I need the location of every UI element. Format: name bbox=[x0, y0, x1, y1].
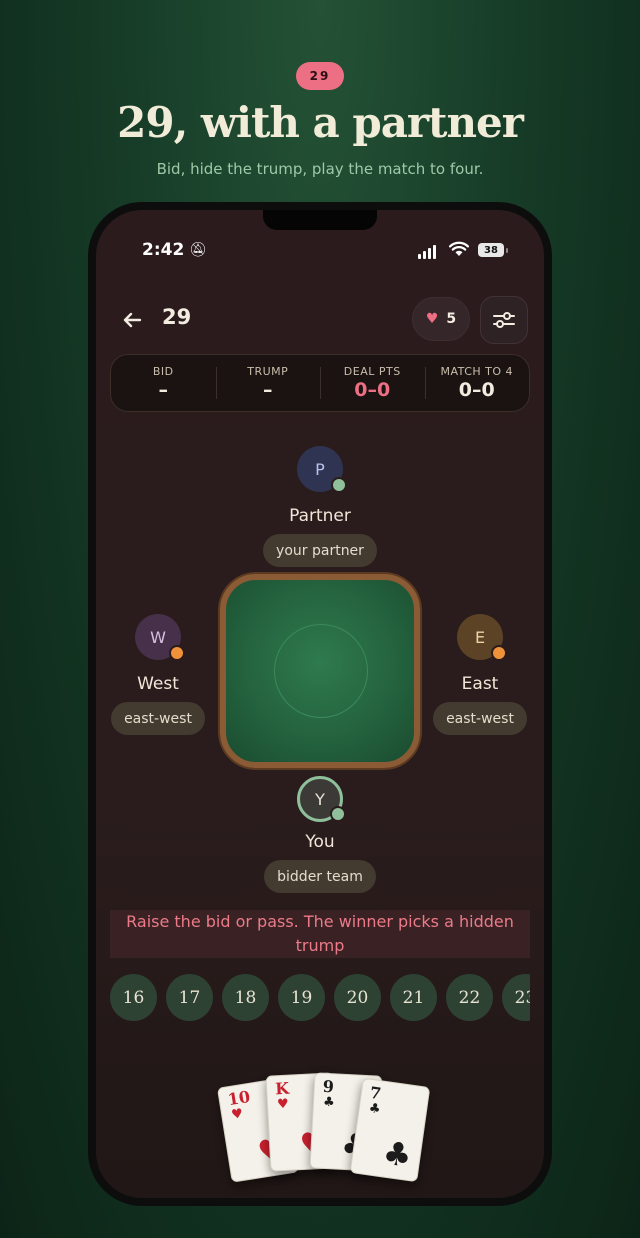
score-label: BID bbox=[152, 365, 174, 378]
game-title: 29 bbox=[162, 305, 192, 329]
avatar-initial: P bbox=[315, 459, 325, 479]
score-bid: BID – bbox=[111, 355, 216, 411]
bid-prompt: Raise the bid or pass. The winner picks … bbox=[110, 910, 530, 958]
likes-count: 5 bbox=[446, 311, 457, 327]
bid-option-button[interactable]: 20 bbox=[334, 974, 381, 1021]
seat-west: W West east-west bbox=[108, 614, 208, 735]
seat-you: Y You bidder team bbox=[250, 776, 390, 893]
avatar: W bbox=[135, 614, 185, 661]
seat-tag: east-west bbox=[433, 702, 527, 735]
score-label: TRUMP bbox=[247, 365, 289, 378]
seat-tag: east-west bbox=[111, 702, 205, 735]
status-dot bbox=[169, 645, 185, 661]
heart-suit-icon: ♥ bbox=[230, 1106, 245, 1123]
club-suit-icon: ♣ bbox=[367, 1100, 382, 1118]
status-time: 2:42 bbox=[142, 240, 185, 260]
hand-card[interactable]: 7 ♣ ♣ bbox=[349, 1077, 431, 1183]
seat-tag: bidder team bbox=[264, 860, 376, 893]
score-value: – bbox=[158, 379, 169, 401]
score-deal-points: DEAL PTS 0–0 bbox=[320, 355, 425, 411]
seat-name: Partner bbox=[289, 506, 351, 526]
avatar: E bbox=[457, 614, 507, 661]
avatar-initial: Y bbox=[315, 789, 325, 809]
bid-option-button[interactable]: 18 bbox=[222, 974, 269, 1021]
wifi-icon bbox=[449, 241, 469, 256]
bid-option-button[interactable]: 16 bbox=[110, 974, 157, 1021]
back-arrow-icon[interactable] bbox=[118, 306, 146, 334]
avatar: Y bbox=[297, 776, 346, 822]
bid-option-button[interactable]: 19 bbox=[278, 974, 325, 1021]
avatar: P bbox=[297, 446, 347, 493]
card-rank: 9 bbox=[322, 1076, 335, 1097]
card-table bbox=[220, 574, 420, 768]
likes-button[interactable]: ♥ 5 bbox=[412, 297, 470, 341]
card-rank: 10 bbox=[226, 1086, 252, 1110]
silent-bell-icon: 🔕︎ bbox=[189, 242, 207, 258]
phone-frame: 2:42 🔕︎ 38 29 ♥ 5 BID – TRUMP – DEAL PTS… bbox=[88, 202, 552, 1206]
page-subtitle: Bid, hide the trump, play the match to f… bbox=[156, 160, 484, 178]
heart-suit-icon: ♥ bbox=[276, 1096, 290, 1113]
seat-name: East bbox=[461, 674, 499, 694]
avatar-initial: W bbox=[150, 627, 166, 647]
heart-icon: ♥ bbox=[425, 311, 439, 327]
score-label: MATCH TO 4 bbox=[440, 365, 514, 378]
sliders-icon bbox=[493, 312, 515, 328]
page-title: 29, with a partner bbox=[117, 98, 524, 147]
score-value: 0–0 bbox=[458, 379, 495, 401]
score-label: DEAL PTS bbox=[343, 365, 401, 378]
seat-name: West bbox=[137, 674, 179, 694]
card-rank: 7 bbox=[368, 1082, 383, 1104]
club-suit-icon: ♣ bbox=[322, 1094, 336, 1111]
bid-option-button[interactable]: 22 bbox=[446, 974, 493, 1021]
score-value: – bbox=[263, 379, 273, 401]
score-value: 0–0 bbox=[354, 379, 391, 401]
settings-button[interactable] bbox=[480, 296, 528, 344]
bid-option-button[interactable]: 21 bbox=[390, 974, 437, 1021]
club-suit-icon: ♣ bbox=[380, 1133, 415, 1176]
scoreboard: BID – TRUMP – DEAL PTS 0–0 MATCH TO 4 0–… bbox=[110, 354, 530, 412]
status-dot bbox=[491, 645, 507, 661]
seat-name: You bbox=[305, 832, 335, 852]
seat-tag: your partner bbox=[263, 534, 377, 567]
bid-options: 16 17 18 19 20 21 22 23 bbox=[110, 974, 530, 1024]
bid-option-button[interactable]: 17 bbox=[166, 974, 213, 1021]
battery-indicator: 38 bbox=[478, 243, 504, 257]
camera-notch bbox=[263, 210, 377, 230]
game-badge: 29 bbox=[296, 62, 344, 90]
score-trump: TRUMP – bbox=[215, 355, 321, 411]
seat-east: E East east-west bbox=[430, 614, 530, 735]
bid-option-button[interactable]: 23 bbox=[502, 974, 530, 1021]
status-dot bbox=[331, 477, 347, 493]
battery-cap bbox=[506, 248, 508, 253]
avatar-initial: E bbox=[474, 627, 486, 647]
phone-screen: 2:42 🔕︎ 38 29 ♥ 5 BID – TRUMP – DEAL PTS… bbox=[96, 210, 544, 1198]
table-center-ring bbox=[274, 624, 368, 718]
score-match: MATCH TO 4 0–0 bbox=[424, 355, 530, 411]
cellular-signal-icon bbox=[418, 245, 436, 259]
status-dot bbox=[330, 806, 346, 822]
seat-partner: P Partner your partner bbox=[250, 446, 390, 567]
card-rank: K bbox=[274, 1078, 290, 1099]
